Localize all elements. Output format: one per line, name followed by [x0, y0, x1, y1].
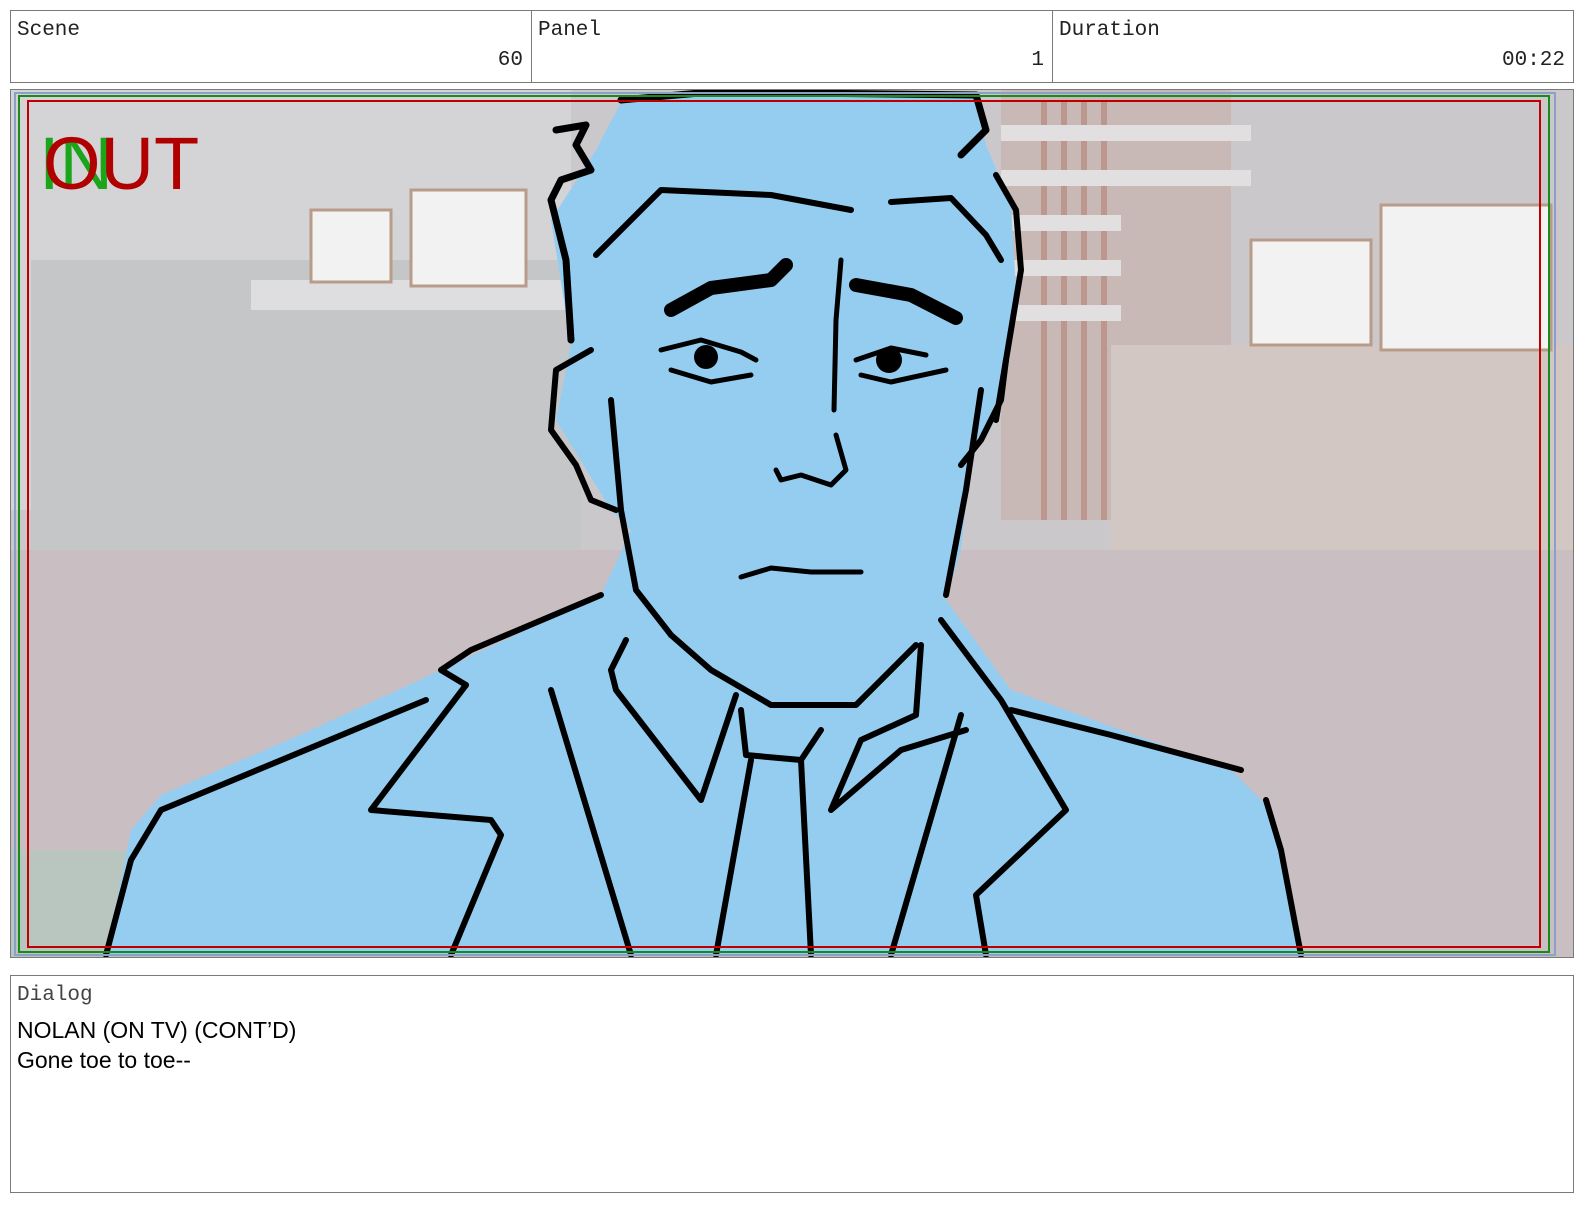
- duration-cell: Duration 00:22: [1053, 11, 1573, 82]
- duration-label: Duration: [1059, 19, 1160, 42]
- dialog-speaker: NOLAN (ON TV) (CONT’D): [17, 1017, 297, 1043]
- panel-value: 1: [1031, 49, 1044, 72]
- out-marker: OUT: [43, 122, 200, 205]
- bg-cabinets-right: [1111, 345, 1573, 575]
- storyboard-frame: IN OUT: [10, 89, 1574, 958]
- panel-info-header: Scene 60 Panel 1 Duration 00:22: [10, 10, 1574, 83]
- scene-cell: Scene 60: [11, 11, 532, 82]
- in-out-marker: IN OUT: [39, 124, 239, 204]
- bg-frame-1: [309, 208, 393, 284]
- bg-frame-2: [409, 188, 528, 288]
- dialog-line: Gone toe to toe--: [17, 1047, 191, 1073]
- scene-value: 60: [497, 49, 523, 72]
- character-left-eye: [694, 345, 718, 369]
- panel-label: Panel: [538, 19, 602, 42]
- scene-label: Scene: [17, 19, 81, 42]
- duration-value: 00:22: [1501, 49, 1565, 72]
- bg-frame-3: [1249, 238, 1373, 347]
- bg-frame-4: [1379, 203, 1553, 352]
- dialog-box: Dialog NOLAN (ON TV) (CONT’D) Gone toe t…: [10, 975, 1574, 1193]
- dialog-label: Dialog: [17, 984, 93, 1007]
- character-right-eye: [876, 347, 902, 373]
- panel-cell: Panel 1: [532, 11, 1053, 82]
- storyboard-drawing: [11, 90, 1573, 957]
